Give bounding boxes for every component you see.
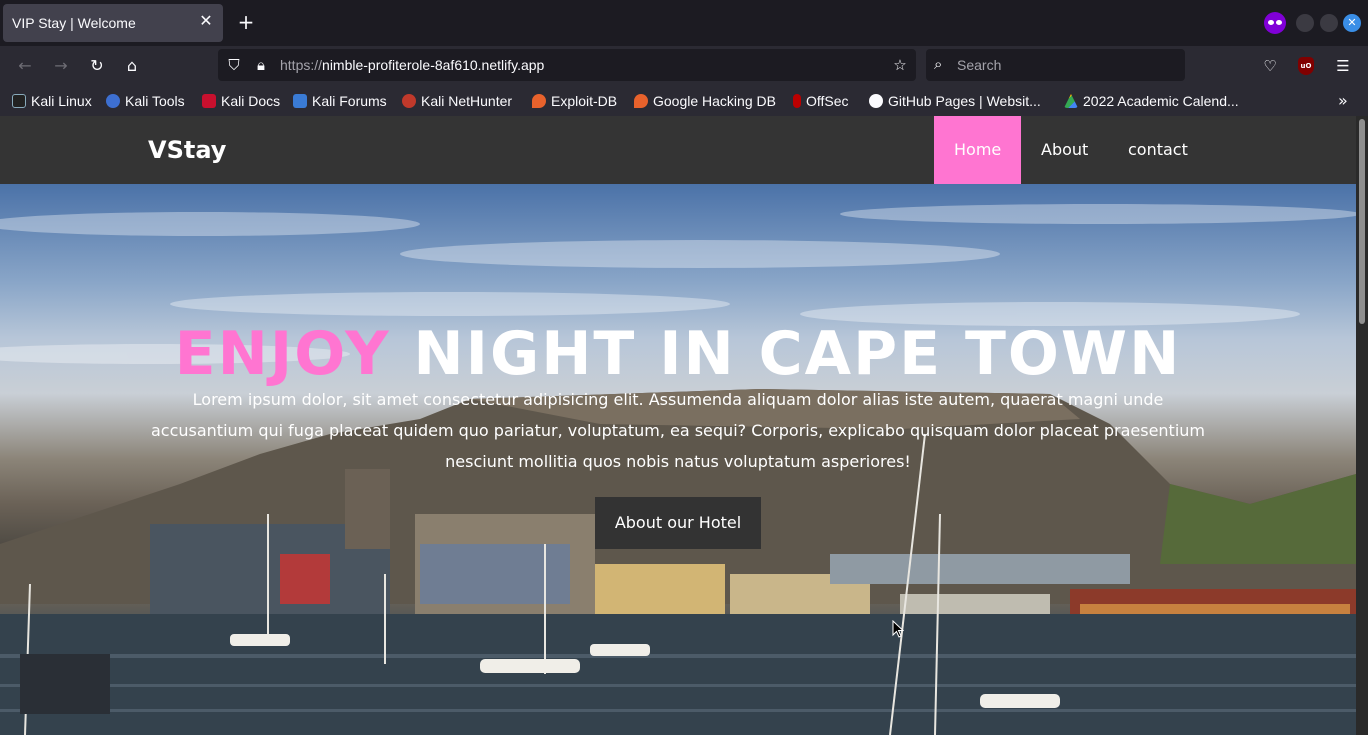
chevron-right-icon[interactable]: » xyxy=(1338,92,1348,110)
kali-dragon-icon xyxy=(12,94,26,108)
close-tab-icon[interactable]: ✕ xyxy=(197,12,215,30)
kali-docs-icon xyxy=(202,94,216,108)
new-tab-icon[interactable]: + xyxy=(236,12,256,32)
site-logo[interactable]: VStay xyxy=(148,136,226,164)
maximize-window-button[interactable] xyxy=(1320,14,1338,32)
nav-home-link[interactable]: Home xyxy=(934,116,1022,184)
pocket-icon[interactable]: ♡ xyxy=(1258,54,1282,78)
url-text[interactable]: https://nimble-profiterole-8af610.netlif… xyxy=(280,57,544,73)
bookmark-item[interactable]: 2022 Academic Calend... xyxy=(1064,92,1239,110)
close-window-button[interactable]: ✕ xyxy=(1343,14,1361,32)
forward-icon[interactable]: → xyxy=(49,54,73,78)
tab-title: VIP Stay | Welcome xyxy=(12,15,136,31)
bookmark-star-icon[interactable]: ☆ xyxy=(890,55,910,75)
search-placeholder: Search xyxy=(957,57,1002,73)
bookmark-item[interactable]: Kali Tools xyxy=(106,92,185,110)
hero-title-accent: ENJOY xyxy=(174,319,391,389)
shield-icon[interactable]: ⛉ xyxy=(224,55,244,75)
bookmark-item[interactable]: GitHub Pages | Websit... xyxy=(869,92,1041,110)
site-navbar: VStay Home About contact xyxy=(0,116,1356,184)
bookmark-item[interactable]: Kali Linux xyxy=(12,92,92,110)
bookmark-item[interactable]: OffSec xyxy=(793,92,849,110)
private-browsing-icon xyxy=(1264,12,1286,34)
hero-section: ENJOY NIGHT IN CAPE TOWN Lorem ipsum dol… xyxy=(0,184,1356,735)
scrollbar-thumb[interactable] xyxy=(1359,119,1365,324)
kali-tools-icon xyxy=(106,94,120,108)
url-host: nimble-profiterole-8af610.netlify.app xyxy=(322,57,545,73)
hero-paragraph: Lorem ipsum dolor, sit amet consectetur … xyxy=(150,390,1205,471)
google-hacking-db-icon xyxy=(634,94,648,108)
kali-forums-icon xyxy=(293,94,307,108)
page-scrollbar[interactable] xyxy=(1356,116,1368,735)
kali-nethunter-icon xyxy=(402,94,416,108)
nav-contact-link[interactable]: contact xyxy=(1108,116,1208,184)
lock-icon[interactable]: 🔒︎ xyxy=(251,55,271,75)
address-bar[interactable]: ⛉ 🔒︎ https://nimble-profiterole-8af610.n… xyxy=(218,49,916,81)
web-page: VStay Home About contact ENJOY NIGHT IN … xyxy=(0,116,1356,735)
github-icon xyxy=(869,94,883,108)
tab-strip: VIP Stay | Welcome ✕ + ✕ xyxy=(0,0,1368,46)
about-hotel-button[interactable]: About our Hotel xyxy=(595,497,761,549)
home-icon[interactable]: ⌂ xyxy=(120,54,144,78)
bookmark-item[interactable]: Kali NetHunter xyxy=(402,92,512,110)
url-protocol: https:// xyxy=(280,57,323,73)
bookmark-item[interactable]: Kali Forums xyxy=(293,92,387,110)
bookmark-item[interactable]: Google Hacking DB xyxy=(634,92,776,110)
active-tab[interactable]: VIP Stay | Welcome ✕ xyxy=(3,4,223,42)
hero-title: ENJOY NIGHT IN CAPE TOWN xyxy=(0,319,1356,389)
exploit-db-icon xyxy=(532,94,546,108)
mouse-cursor-icon xyxy=(892,620,904,638)
minimize-window-button[interactable] xyxy=(1296,14,1314,32)
bookmark-item[interactable]: Kali Docs xyxy=(202,92,280,110)
navigation-toolbar: ← → ↻ ⌂ ⛉ 🔒︎ https://nimble-profiterole-… xyxy=(0,46,1368,86)
hero-title-rest: NIGHT IN CAPE TOWN xyxy=(413,319,1182,389)
bookmark-item[interactable]: Exploit-DB xyxy=(532,92,617,110)
menu-icon[interactable]: ☰ xyxy=(1331,54,1355,78)
search-icon: ⌕ xyxy=(934,55,943,73)
ublock-origin-icon[interactable]: uO xyxy=(1298,57,1314,75)
offsec-icon xyxy=(793,94,801,108)
back-icon[interactable]: ← xyxy=(13,54,37,78)
nav-about-link[interactable]: About xyxy=(1021,116,1108,184)
google-drive-icon xyxy=(1064,94,1078,108)
bookmarks-toolbar: Kali Linux Kali Tools Kali Docs Kali For… xyxy=(0,86,1368,116)
search-bar[interactable]: ⌕ Search xyxy=(926,49,1185,81)
reload-icon[interactable]: ↻ xyxy=(85,54,109,78)
